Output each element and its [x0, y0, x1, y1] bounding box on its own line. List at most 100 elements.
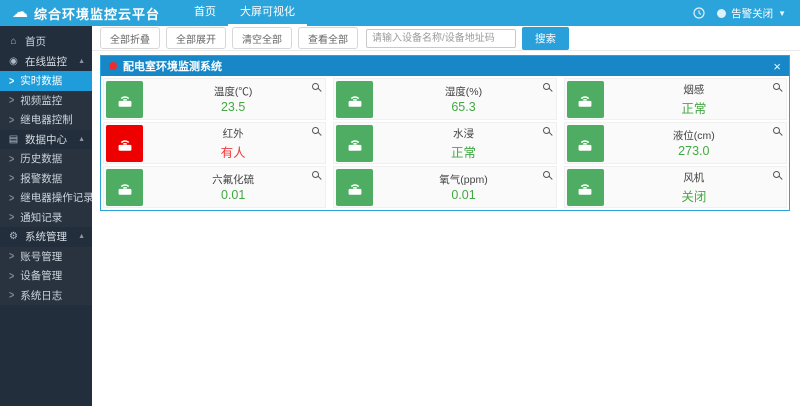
sensor-value: 0.01: [143, 188, 323, 202]
sensor-name: 风机: [604, 170, 784, 185]
top-nav: 首页 大屏可视化: [182, 0, 307, 26]
sidebar-item-video-monitor[interactable]: > 视频监控: [0, 91, 92, 111]
sidebar-item-home[interactable]: ⌂ 首页: [0, 32, 92, 52]
magnifier-icon[interactable]: [543, 83, 550, 90]
chevron-right-icon: >: [9, 250, 14, 262]
magnifier-icon[interactable]: [773, 83, 780, 90]
sensor-card-humidity: 湿度(%) 65.3: [333, 78, 556, 120]
sensor-name: 水浸: [373, 126, 553, 141]
sensor-name: 氧气(ppm): [373, 172, 553, 187]
sensor-value: 65.3: [373, 100, 553, 114]
monitor-icon: ◉: [7, 56, 20, 67]
sensor-device-icon: [106, 125, 143, 162]
magnifier-icon[interactable]: [773, 127, 780, 134]
sidebar-item-relay-op-log[interactable]: > 继电器操作记录: [0, 188, 92, 208]
clock-icon[interactable]: [693, 7, 705, 19]
sensor-value: 正常: [604, 98, 784, 117]
gear-icon: ⚙: [7, 231, 20, 242]
sensor-card-infrared: 红外 有人: [103, 122, 326, 164]
sensor-device-icon: [336, 125, 373, 162]
alarm-status-icon: [717, 9, 726, 18]
magnifier-icon[interactable]: [543, 127, 550, 134]
view-all-button[interactable]: 查看全部: [298, 27, 358, 49]
sidebar-group-system-mgmt[interactable]: ⚙ 系统管理 ▲: [0, 227, 92, 247]
chevron-right-icon: >: [9, 192, 14, 204]
chevron-up-icon: ▲: [78, 136, 85, 143]
sensor-device-icon: [336, 169, 373, 206]
chevron-right-icon: >: [9, 153, 14, 165]
sensor-value: 273.0: [604, 144, 784, 158]
sensor-value: 23.5: [143, 100, 323, 114]
sensor-card-smoke: 烟感 正常: [564, 78, 787, 120]
sidebar-item-account-mgmt[interactable]: > 账号管理: [0, 247, 92, 267]
device-panel-title: 配电室环境监测系统: [123, 58, 222, 74]
chevron-right-icon: >: [9, 94, 14, 106]
sensor-device-icon: [106, 81, 143, 118]
sidebar-item-alarm-data[interactable]: > 报警数据: [0, 169, 92, 189]
data-icon: ▤: [7, 134, 20, 145]
sensor-device-icon: [567, 169, 604, 206]
magnifier-icon[interactable]: [312, 83, 319, 90]
nav-item-home[interactable]: 首页: [182, 0, 228, 26]
clear-all-button[interactable]: 清空全部: [232, 27, 292, 49]
sensor-value: 0.01: [373, 188, 553, 202]
sensor-device-icon: [567, 81, 604, 118]
sensor-name: 液位(cm): [604, 128, 784, 143]
device-panel: 配电室环境监测系统 × 温度(℃) 23.5 湿度(%): [100, 55, 790, 211]
sensor-name: 六氟化硫: [143, 172, 323, 187]
chevron-right-icon: >: [9, 114, 14, 126]
sidebar-group-data-center[interactable]: ▤ 数据中心 ▲: [0, 130, 92, 150]
sidebar-item-device-mgmt[interactable]: > 设备管理: [0, 266, 92, 286]
collapse-all-button[interactable]: 全部折叠: [100, 27, 160, 49]
top-header: ☁ 综合环境监控云平台 首页 大屏可视化 告警关闭 ▼: [0, 0, 800, 26]
home-icon: ⌂: [7, 36, 20, 47]
magnifier-icon[interactable]: [773, 171, 780, 178]
sensor-value: 关闭: [604, 186, 784, 205]
sensor-card-sf6: 六氟化硫 0.01: [103, 166, 326, 208]
chevron-down-icon: ▼: [778, 9, 786, 18]
sensor-value: 有人: [143, 142, 323, 161]
sensor-card-fan: 风机 关闭: [564, 166, 787, 208]
sensor-name: 湿度(%): [373, 84, 553, 99]
sensor-device-icon: [567, 125, 604, 162]
sensor-card-water-leak: 水浸 正常: [333, 122, 556, 164]
chevron-right-icon: >: [9, 172, 14, 184]
alarm-toggle-dropdown[interactable]: 告警关闭 ▼: [717, 6, 786, 21]
app-title: 综合环境监控云平台: [34, 4, 160, 23]
chevron-right-icon: >: [9, 211, 14, 223]
chevron-right-icon: >: [9, 75, 14, 87]
sensor-cards-grid: 温度(℃) 23.5 湿度(%) 65.3: [101, 76, 789, 210]
sensor-value: 正常: [373, 142, 553, 161]
search-input[interactable]: [366, 29, 516, 48]
cloud-logo-icon: ☁: [0, 0, 34, 26]
magnifier-icon[interactable]: [543, 171, 550, 178]
header-right: 告警关闭 ▼: [693, 6, 800, 21]
sidebar-item-system-log[interactable]: > 系统日志: [0, 286, 92, 306]
close-icon[interactable]: ×: [773, 60, 781, 73]
sensor-name: 温度(℃): [143, 84, 323, 99]
sidebar-group-online-monitor[interactable]: ◉ 在线监控 ▲: [0, 52, 92, 72]
chevron-up-icon: ▲: [78, 58, 85, 65]
sensor-card-temperature: 温度(℃) 23.5: [103, 78, 326, 120]
sensor-card-oxygen: 氧气(ppm) 0.01: [333, 166, 556, 208]
expand-all-button[interactable]: 全部展开: [166, 27, 226, 49]
alarm-toggle-label: 告警关闭: [731, 6, 773, 21]
main-content: 全部折叠 全部展开 清空全部 查看全部 搜索 配电室环境监测系统 × 温度(℃)…: [92, 26, 800, 406]
sidebar-item-realtime-data[interactable]: > 实时数据: [0, 71, 92, 91]
device-status-icon: [109, 62, 117, 70]
magnifier-icon[interactable]: [312, 127, 319, 134]
search-button[interactable]: 搜索: [522, 27, 569, 50]
sidebar: ⌂ 首页 ◉ 在线监控 ▲ > 实时数据 > 视频监控 > 继电器控制 ▤ 数据…: [0, 26, 92, 406]
sensor-name: 红外: [143, 126, 323, 141]
chevron-up-icon: ▲: [78, 233, 85, 240]
sensor-device-icon: [106, 169, 143, 206]
magnifier-icon[interactable]: [312, 171, 319, 178]
nav-item-bigscreen[interactable]: 大屏可视化: [228, 0, 307, 26]
sensor-device-icon: [336, 81, 373, 118]
device-panel-header: 配电室环境监测系统 ×: [101, 56, 789, 76]
sidebar-item-notice-log[interactable]: > 通知记录: [0, 208, 92, 228]
chevron-right-icon: >: [9, 270, 14, 282]
sidebar-item-relay-control[interactable]: > 继电器控制: [0, 110, 92, 130]
sensor-name: 烟感: [604, 82, 784, 97]
sidebar-item-history-data[interactable]: > 历史数据: [0, 149, 92, 169]
